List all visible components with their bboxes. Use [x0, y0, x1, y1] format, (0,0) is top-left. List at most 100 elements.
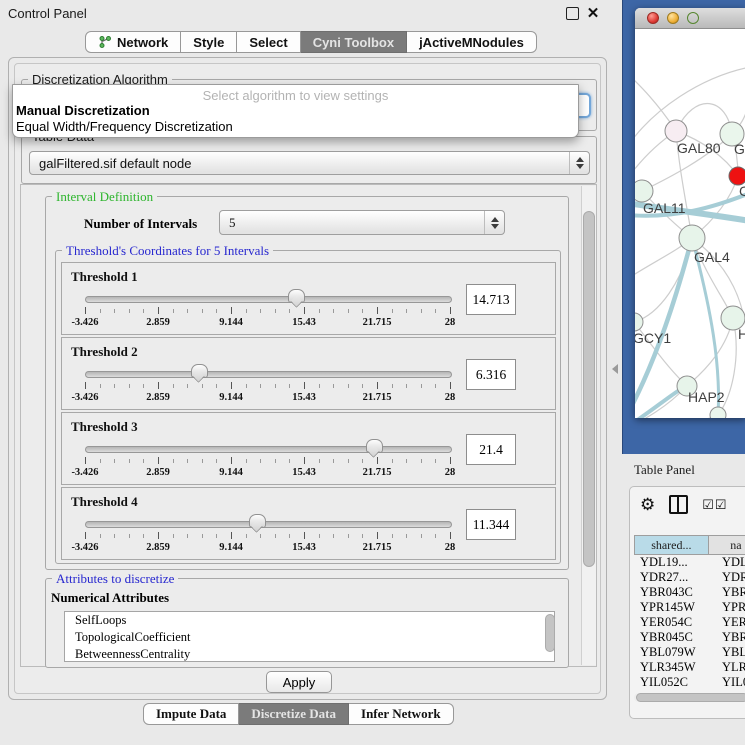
slider-tick [158, 532, 159, 539]
slider-tick [319, 384, 320, 388]
slider-tick [216, 384, 217, 388]
slider-scale-label: 21.715 [350, 392, 404, 403]
threshold-value-field[interactable]: 14.713 [466, 284, 516, 315]
table-panel-region: Table Panel ⚙ ☑☑ shared...na YDL19...YDL… [622, 454, 745, 745]
slider-scale-label: 21.715 [350, 542, 404, 553]
network-graph[interactable]: GAL80GACGAL11GAL4GCY1HHAP2 [635, 29, 745, 418]
network-node[interactable] [710, 407, 726, 418]
slider-tick [231, 532, 232, 539]
slider-track[interactable] [85, 296, 452, 303]
threshold-value-field[interactable]: 11.344 [466, 509, 516, 540]
number-of-intervals-combobox[interactable]: 5 [219, 210, 505, 235]
slider-tick [158, 307, 159, 314]
threshold-label: Threshold 2 [71, 344, 138, 360]
table-row[interactable]: YER054CYER0 [634, 615, 745, 630]
vertical-scrollbar-thumb[interactable] [583, 211, 595, 567]
table-cell: YLR3 [715, 660, 745, 675]
table-row[interactable]: YDL19...YDL1 [634, 555, 745, 570]
tab-jactivemnodules[interactable]: jActiveMNodules [407, 31, 537, 53]
panel-splitter-grip[interactable] [612, 364, 618, 374]
tab-network[interactable]: Network [85, 31, 181, 53]
algorithm-option-equal-width[interactable]: Equal Width/Frequency Discretization [16, 119, 233, 134]
slider-scale-label: 2.859 [131, 317, 185, 328]
table-panel-window: ⚙ ☑☑ shared...na YDL19...YDL1YDR27...YDR… [629, 486, 745, 719]
slider-tick [231, 457, 232, 464]
table-row[interactable]: YLR345WYLR3 [634, 660, 745, 675]
slider-tick [392, 534, 393, 538]
slider-tick [114, 309, 115, 313]
table-panel-toolbar: ⚙ ☑☑ [640, 495, 728, 514]
slider-tick [246, 534, 247, 538]
slider-tick [304, 382, 305, 389]
slider-thumb[interactable] [366, 439, 383, 453]
tab-discretize-data[interactable]: Discretize Data [239, 703, 349, 725]
attribute-list-item[interactable]: SelfLoops [65, 612, 554, 629]
threshold-label: Threshold 4 [71, 494, 138, 510]
node-table[interactable]: shared...na YDL19...YDL1YDR27...YDR2YBR0… [634, 535, 745, 688]
slider-tick [231, 382, 232, 389]
slider-scale-label: 28 [423, 392, 477, 403]
checkbox-icons[interactable]: ☑☑ [702, 497, 727, 513]
network-node-gcy1[interactable] [635, 313, 643, 331]
slider-track[interactable] [85, 521, 452, 528]
slider-track[interactable] [85, 371, 452, 378]
tab-cyni-toolbox[interactable]: Cyni Toolbox [301, 31, 407, 53]
zoom-traffic-light-icon[interactable] [687, 12, 699, 24]
network-node-label: GAL4 [694, 249, 730, 265]
network-node-gal11[interactable] [635, 180, 653, 202]
close-traffic-light-icon[interactable] [647, 12, 659, 24]
algorithm-option-manual[interactable]: Manual Discretization [16, 103, 150, 118]
slider-tick [85, 532, 86, 539]
gear-icon[interactable]: ⚙ [640, 496, 655, 514]
network-node-label: GAL11 [643, 200, 686, 216]
close-icon[interactable]: ✕ [586, 7, 600, 21]
table-data-combobox[interactable]: galFiltered.sif default node [29, 151, 590, 175]
network-canvas[interactable]: GAL80GACGAL11GAL4GCY1HHAP2 [635, 29, 745, 418]
threshold-value-field[interactable]: 6.316 [466, 359, 516, 390]
numerical-attributes-list[interactable]: SelfLoopsTopologicalCoefficientBetweenne… [64, 611, 555, 662]
table-row[interactable]: YPR145WYPR1 [634, 600, 745, 615]
slider-tick [333, 534, 334, 538]
network-node-label: H [738, 326, 745, 342]
tab-style[interactable]: Style [181, 31, 237, 53]
slider-scale-label: 2.859 [131, 467, 185, 478]
slider-thumb[interactable] [249, 514, 266, 528]
columns-icon[interactable] [669, 495, 688, 514]
slider-thumb[interactable] [288, 289, 305, 303]
network-edge[interactable] [635, 238, 692, 322]
table-row[interactable]: YDR27...YDR2 [634, 570, 745, 585]
tab-impute-data[interactable]: Impute Data [143, 703, 239, 725]
network-window: GAL80GACGAL11GAL4GCY1HHAP2 [635, 8, 745, 418]
network-node-gal4[interactable] [679, 225, 705, 251]
table-hscrollbar-track[interactable] [634, 693, 745, 702]
thresholds-group-label: Threshold's Coordinates for 5 Intervals [62, 243, 273, 259]
table-row[interactable]: YBR043CYBR0 [634, 585, 745, 600]
slider-tick [392, 309, 393, 313]
column-header-2[interactable]: na [709, 535, 745, 555]
tab-select[interactable]: Select [237, 31, 300, 53]
table-row[interactable]: YBR045CYBR0 [634, 630, 745, 645]
slider-tick [304, 457, 305, 464]
slider-tick [435, 384, 436, 388]
attribute-list-item[interactable]: TopologicalCoefficient [65, 629, 554, 646]
slider-scale-label: 28 [423, 467, 477, 478]
slider-thumb[interactable] [191, 364, 208, 378]
threshold-value-field[interactable]: 21.4 [466, 434, 516, 465]
slider-tick [246, 309, 247, 313]
slider-tick [85, 307, 86, 314]
attribute-list-item[interactable]: BetweennessCentrality [65, 646, 554, 662]
slider-scale-label: 15.43 [277, 317, 331, 328]
tab-infer-network[interactable]: Infer Network [349, 703, 454, 725]
network-window-titlebar[interactable] [635, 8, 745, 29]
float-window-icon[interactable] [566, 7, 579, 20]
network-node-gal80[interactable] [665, 120, 687, 142]
table-row[interactable]: YIL052CYIL0 [634, 675, 745, 688]
apply-button[interactable]: Apply [266, 671, 332, 693]
attributes-scrollbar-thumb[interactable] [545, 614, 555, 652]
table-hscrollbar-thumb[interactable] [636, 693, 745, 702]
table-row[interactable]: YBL079WYBL0 [634, 645, 745, 660]
slider-track[interactable] [85, 446, 452, 453]
tab-label: Infer Network [361, 706, 441, 722]
column-header-1[interactable]: shared... [634, 535, 709, 555]
minimize-traffic-light-icon[interactable] [667, 12, 679, 24]
